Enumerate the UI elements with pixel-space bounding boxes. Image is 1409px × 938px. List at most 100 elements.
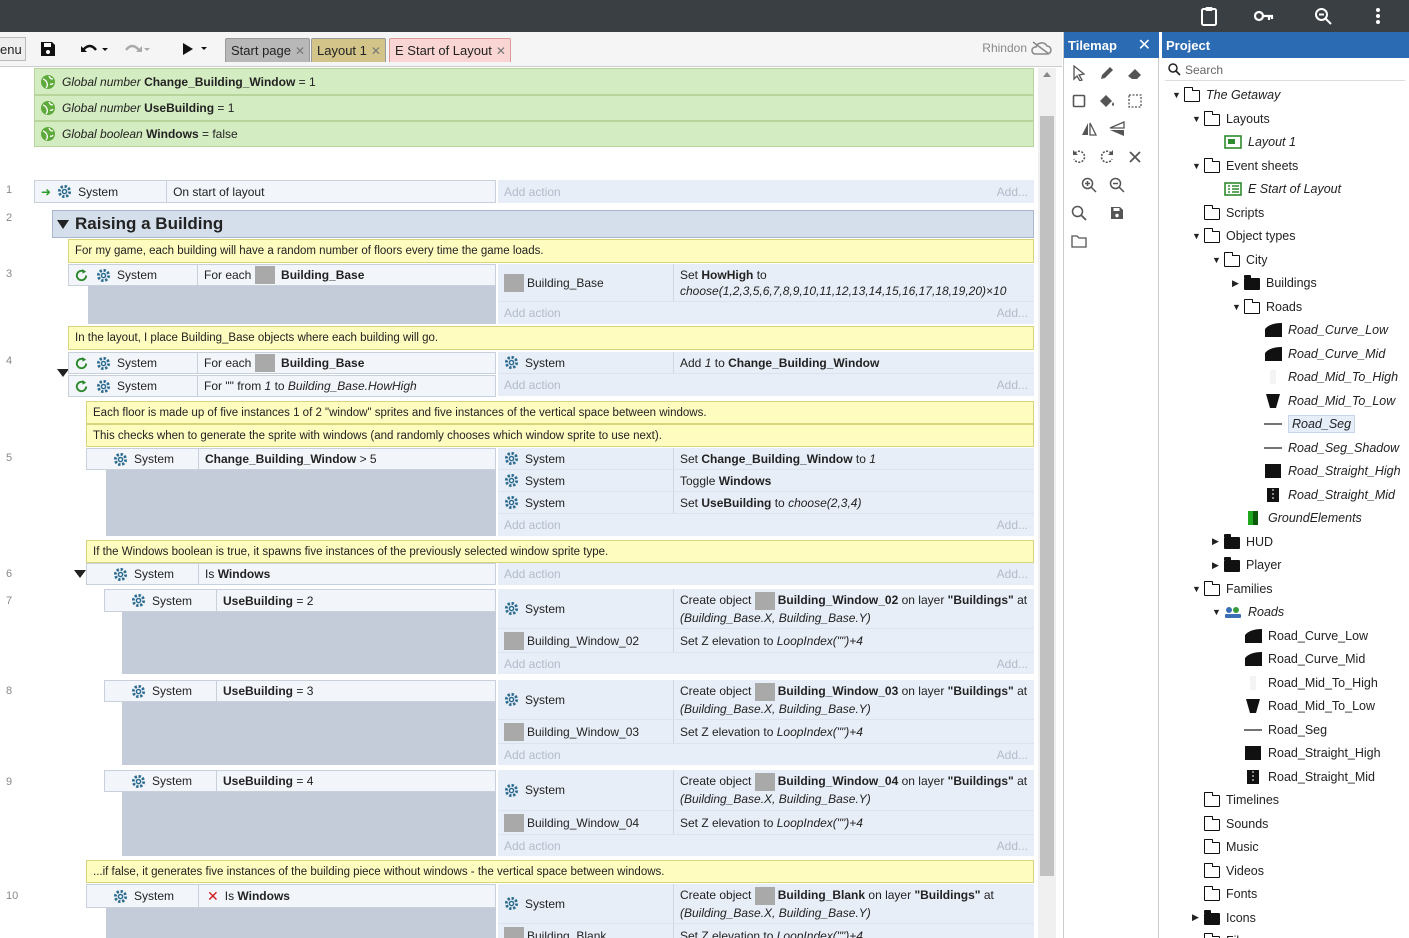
tree-item[interactable]: ▶ Player xyxy=(1212,554,1281,576)
tree-item[interactable]: ▼ Families xyxy=(1192,578,1273,600)
tree-item[interactable]: Road_Curve_Mid xyxy=(1232,648,1365,670)
expand-arrow-icon[interactable]: ▼ xyxy=(1212,255,1224,265)
add-action-row[interactable]: Add action Add... xyxy=(498,835,1034,856)
add-action-row[interactable]: Add action Add... xyxy=(498,514,1034,536)
folder-icon[interactable] xyxy=(1069,231,1089,251)
close-icon[interactable]: ✕ xyxy=(295,44,305,58)
action-row[interactable]: System Add 1 to Change_Building_Window xyxy=(498,352,1034,374)
close-icon[interactable]: ✕ xyxy=(496,44,506,58)
tab-layout-1[interactable]: Layout 1 ✕ xyxy=(311,38,386,62)
add-action-link[interactable]: Add action xyxy=(504,839,561,853)
event-condition[interactable]: System For "" from 1 to Building_Base.Ho… xyxy=(68,375,496,397)
add-more-link[interactable]: Add... xyxy=(997,306,1028,320)
action-row[interactable]: Building_Blank Set Z elevation to LoopIn… xyxy=(498,924,1034,938)
action-row[interactable]: System Create object Building_Window_02 … xyxy=(498,589,1034,629)
add-action-link[interactable]: Add action xyxy=(504,567,561,581)
tree-item[interactable]: Files xyxy=(1192,930,1252,938)
expand-arrow-icon[interactable]: ▼ xyxy=(1232,302,1244,312)
tree-item[interactable]: Road_Curve_Low xyxy=(1232,625,1368,647)
scrollbar-thumb[interactable] xyxy=(1040,116,1054,876)
tree-item[interactable]: ▼ Object types xyxy=(1192,225,1295,247)
action-row[interactable]: System Create object Building_Window_04 … xyxy=(498,770,1034,811)
tree-item[interactable]: Music xyxy=(1192,836,1259,858)
fill-icon[interactable] xyxy=(1097,91,1117,111)
add-more-link[interactable]: Add... xyxy=(997,567,1028,581)
pointer-icon[interactable] xyxy=(1069,63,1089,83)
action-row[interactable]: System Toggle Windows xyxy=(498,470,1034,492)
expand-arrow-icon[interactable]: ▼ xyxy=(1192,584,1204,594)
tree-item[interactable]: GroundElements xyxy=(1232,507,1362,529)
event-condition[interactable]: System UseBuilding = 2 xyxy=(104,589,496,612)
event-condition[interactable]: System For each Building_Base xyxy=(68,264,496,286)
add-action-row[interactable]: Add action Add... xyxy=(498,302,1034,324)
action-row[interactable]: Building_Window_03 Set Z elevation to Lo… xyxy=(498,720,1034,744)
add-more-link[interactable]: Add... xyxy=(997,378,1028,392)
flip-horizontal-icon[interactable] xyxy=(1079,119,1099,139)
comment[interactable]: Each floor is made up of five instances … xyxy=(86,401,1034,424)
add-action-row[interactable]: Add action Add... xyxy=(498,653,1034,674)
add-action-row[interactable]: Add action Add... xyxy=(498,744,1034,765)
tree-item[interactable]: Road_Straight_High xyxy=(1232,742,1381,764)
tab-start-page[interactable]: Start page ✕ xyxy=(225,38,311,62)
reset-transform-icon[interactable] xyxy=(1125,147,1145,167)
tree-item[interactable]: Road_Straight_Mid xyxy=(1232,766,1375,788)
zoom-in-icon[interactable] xyxy=(1079,175,1099,195)
tree-item[interactable]: Road_Mid_To_High xyxy=(1232,672,1378,694)
action-row[interactable]: Building_Base Set HowHigh to choose(1,2,… xyxy=(498,264,1034,302)
tree-item[interactable]: ▼ City xyxy=(1212,249,1268,271)
tree-item[interactable]: Videos xyxy=(1192,860,1264,882)
tree-item[interactable]: ▶ HUD xyxy=(1212,531,1273,553)
expand-arrow-icon[interactable]: ▼ xyxy=(1192,114,1204,124)
zoom-icon[interactable] xyxy=(1303,0,1343,32)
global-variable[interactable]: Global number UseBuilding = 1 xyxy=(34,95,1034,121)
add-more-link[interactable]: Add... xyxy=(997,185,1028,199)
rotate-right-icon[interactable] xyxy=(1097,147,1117,167)
event-condition[interactable]: System Is Windows xyxy=(86,563,496,585)
tree-item[interactable]: ▼ Roads xyxy=(1212,601,1284,623)
undo-button[interactable] xyxy=(76,37,112,61)
user-status[interactable]: Rhindon xyxy=(982,41,1052,55)
tree-item[interactable]: Road_Seg xyxy=(1232,719,1327,741)
tree-item[interactable]: Road_Seg_Shadow xyxy=(1252,437,1399,459)
tree-item[interactable]: Timelines xyxy=(1192,789,1279,811)
redo-button[interactable] xyxy=(118,37,154,61)
collapse-arrow-icon[interactable]: ▶ xyxy=(1192,912,1204,923)
more-icon[interactable] xyxy=(1358,0,1398,32)
tree-item[interactable]: ▶ Icons xyxy=(1192,907,1256,929)
event-condition[interactable]: System Change_Building_Window > 5 xyxy=(86,448,496,470)
action-row[interactable]: System Create object Building_Window_03 … xyxy=(498,680,1034,720)
action-row[interactable]: Building_Window_02 Set Z elevation to Lo… xyxy=(498,629,1034,653)
rotate-left-icon[interactable] xyxy=(1069,147,1089,167)
play-button[interactable] xyxy=(174,37,210,61)
search-icon[interactable] xyxy=(1069,203,1089,223)
add-action-link[interactable]: Add action xyxy=(504,748,561,762)
collapse-arrow-icon[interactable]: ▶ xyxy=(1232,278,1244,289)
tree-item[interactable]: Road_Mid_To_High xyxy=(1252,366,1398,388)
collapse-arrow-icon[interactable]: ▶ xyxy=(1212,560,1224,571)
add-more-link[interactable]: Add... xyxy=(997,657,1028,671)
tree-item[interactable]: Layout 1 xyxy=(1212,131,1296,153)
collapse-arrow-icon[interactable]: ▶ xyxy=(1212,536,1224,547)
tree-item[interactable]: Road_Seg xyxy=(1252,413,1356,435)
add-action-link[interactable]: Add action xyxy=(504,518,561,532)
eraser-icon[interactable] xyxy=(1125,63,1145,83)
add-action-link[interactable]: Add action xyxy=(504,657,561,671)
action-row[interactable]: Building_Window_04 Set Z elevation to Lo… xyxy=(498,811,1034,835)
add-action-link[interactable]: Add action xyxy=(504,185,561,199)
tree-item[interactable]: ▼ The Getaway xyxy=(1172,84,1280,106)
tree-item[interactable]: ▶ Buildings xyxy=(1232,272,1317,294)
search-input[interactable]: Search xyxy=(1185,63,1223,77)
tree-item[interactable]: Fonts xyxy=(1192,883,1257,905)
tree-item[interactable]: Road_Mid_To_Low xyxy=(1232,695,1375,717)
tab-event-sheet[interactable]: E Start of Layout ✕ xyxy=(389,38,511,62)
tree-item[interactable]: ▼ Layouts xyxy=(1192,108,1270,130)
global-variable[interactable]: Global number Change_Building_Window = 1 xyxy=(34,68,1034,95)
global-variable[interactable]: Global boolean Windows = false xyxy=(34,121,1034,147)
tree-item[interactable]: Road_Straight_High xyxy=(1252,460,1401,482)
add-more-link[interactable]: Add... xyxy=(997,748,1028,762)
project-search[interactable]: Search xyxy=(1165,59,1405,81)
add-action-link[interactable]: Add action xyxy=(504,306,561,320)
action-row[interactable]: System Set UseBuilding to choose(2,3,4) xyxy=(498,492,1034,514)
add-action-link[interactable]: Add action xyxy=(504,378,561,392)
tree-item[interactable]: ▼ Event sheets xyxy=(1192,155,1298,177)
